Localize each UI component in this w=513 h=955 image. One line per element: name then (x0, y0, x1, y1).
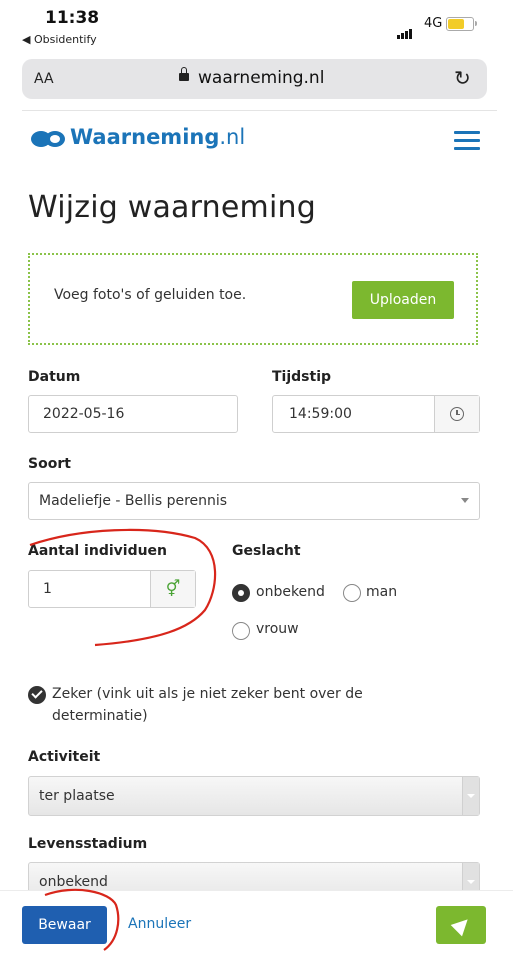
time-input[interactable]: 14:59:00 (272, 395, 480, 433)
cancel-link[interactable]: Annuleer (128, 916, 191, 932)
url-text[interactable]: waarneming.nl (198, 68, 324, 88)
paper-plane-icon (450, 913, 474, 937)
browser-address-bar[interactable]: AA waarneming.nl ↻ (22, 59, 487, 99)
network-type: 4G (424, 16, 443, 31)
logo-icon (31, 131, 65, 147)
date-input[interactable]: 2022-05-16 (28, 395, 238, 433)
radio-sex-male[interactable] (343, 584, 361, 602)
upload-instructions: Voeg foto's of geluiden toe. (54, 287, 247, 303)
battery-icon (446, 17, 477, 31)
status-time: 11:38 (45, 8, 100, 28)
radio-sex-female[interactable] (232, 622, 250, 640)
save-button[interactable]: Bewaar (22, 906, 107, 944)
activity-select[interactable]: ter plaatse (28, 776, 480, 816)
life-stage-value: onbekend (39, 874, 108, 890)
upload-button[interactable]: Uploaden (352, 281, 454, 319)
radio-label-female[interactable]: vrouw (256, 621, 299, 637)
count-label: Aantal individuen (28, 543, 168, 559)
bottom-action-bar: Bewaar Annuleer (0, 890, 513, 955)
logo-bold-text: Waarneming (70, 125, 220, 149)
radio-label-male[interactable]: man (366, 584, 397, 600)
send-button[interactable] (436, 906, 486, 944)
hamburger-menu-icon[interactable] (454, 131, 480, 151)
gender-icon[interactable]: ⚥ (150, 571, 195, 607)
life-stage-label: Levensstadium (28, 836, 148, 852)
certain-label[interactable]: Zeker (vink uit als je niet zeker bent o… (52, 683, 432, 727)
species-label: Soort (28, 456, 71, 472)
time-picker-button[interactable] (434, 396, 479, 432)
date-label: Datum (28, 369, 81, 385)
sex-label: Geslacht (232, 543, 301, 559)
activity-label: Activiteit (28, 749, 101, 765)
upload-dropzone[interactable]: Voeg foto's of geluiden toe. Uploaden (28, 253, 478, 345)
reload-icon[interactable]: ↻ (454, 66, 471, 90)
time-value: 14:59:00 (289, 406, 352, 422)
chevron-down-icon (462, 777, 479, 815)
site-logo[interactable]: Waarneming.nl (70, 125, 245, 149)
time-label: Tijdstip (272, 369, 332, 385)
activity-value: ter plaatse (39, 788, 115, 804)
count-value: 1 (43, 581, 52, 597)
radio-label-unknown[interactable]: onbekend (256, 584, 325, 600)
clock-icon (450, 407, 464, 421)
certain-checkbox[interactable] (28, 686, 46, 704)
text-size-button[interactable]: AA (34, 71, 54, 87)
lock-icon (179, 67, 189, 81)
species-value: Madeliefje - Bellis perennis (39, 493, 228, 509)
species-select[interactable]: Madeliefje - Bellis perennis (28, 482, 480, 520)
status-bar: 11:38 ◀ Obsidentify 4G (0, 0, 513, 52)
logo-light-text: .nl (219, 125, 246, 149)
page-title: Wijzig waarneming (28, 190, 316, 225)
back-to-app-link[interactable]: ◀ Obsidentify (22, 33, 97, 46)
chevron-down-icon (461, 498, 469, 503)
count-input[interactable]: 1 ⚥ (28, 570, 196, 608)
divider (22, 110, 497, 111)
radio-sex-unknown[interactable] (232, 584, 250, 602)
signal-icon (397, 20, 413, 39)
